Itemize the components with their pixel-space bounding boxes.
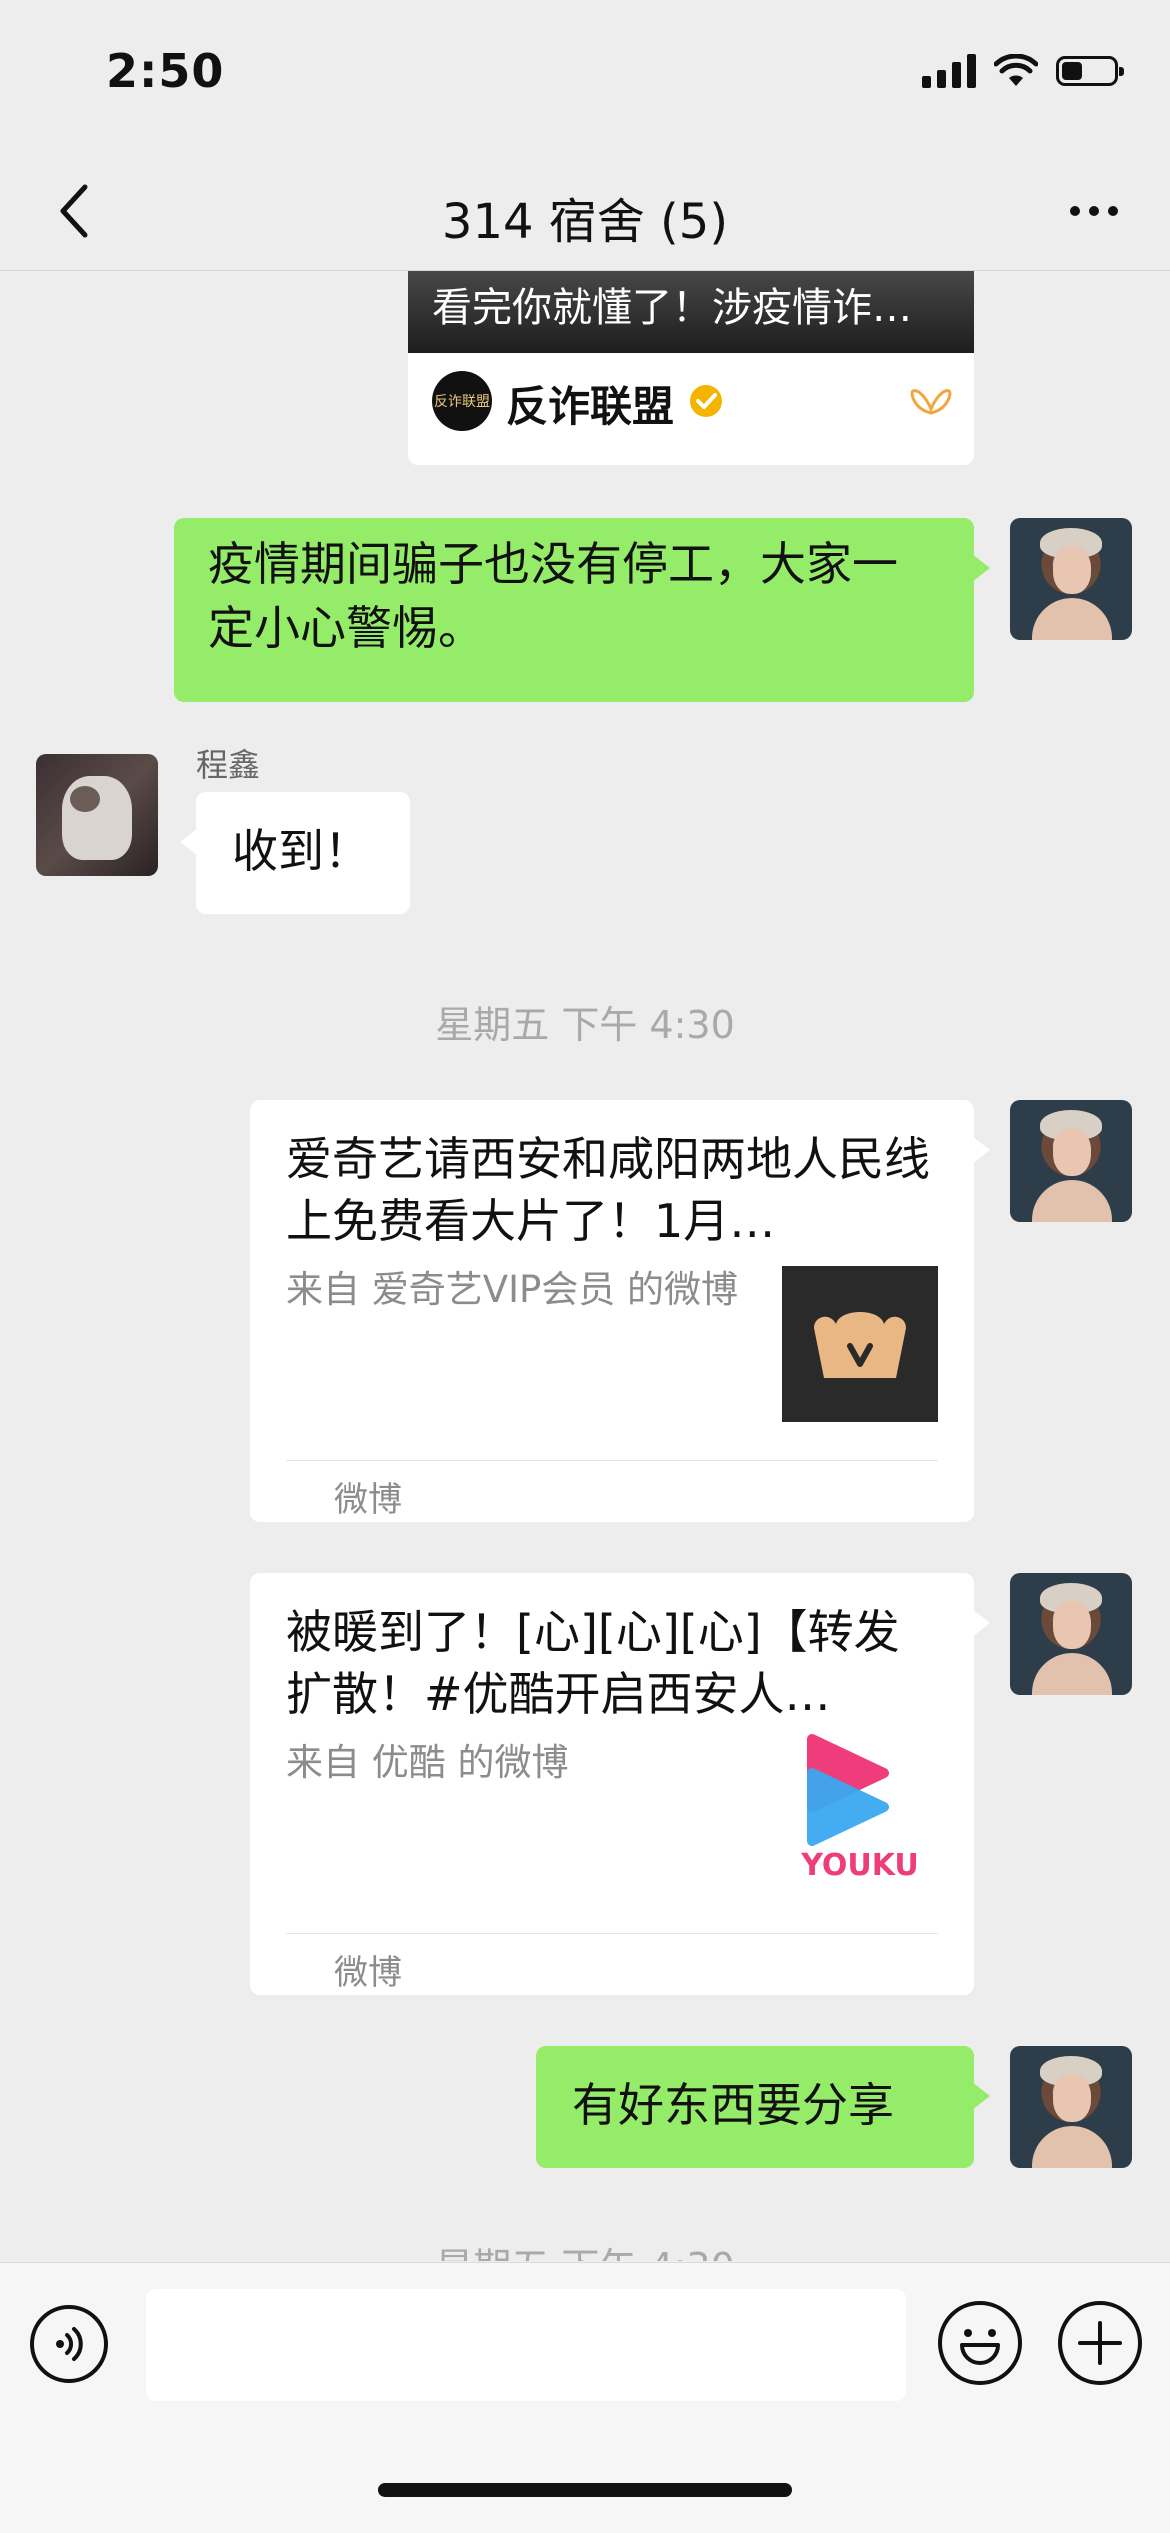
more-dot <box>1108 206 1118 216</box>
chat-messages[interactable]: 看完你就懂了！涉疫情诈… 反诈联盟 反诈联盟 疫情期间骗子也没有停工，大家一定小… <box>0 271 1170 2261</box>
avatar-face <box>1053 546 1091 594</box>
youku-wordmark: YOUKU <box>800 1848 919 1883</box>
weibo-share-card[interactable]: 爱奇艺请西安和咸阳两地人民线上免费看大片了！1月… 来自 爱奇艺VIP会员 的微… <box>250 1100 990 1522</box>
share-description: 来自 爱奇艺VIP会员 的微博 <box>286 1268 739 1311</box>
battery-level <box>1062 62 1082 80</box>
verified-badge-icon <box>690 385 722 417</box>
status-icons <box>922 54 1124 88</box>
shared-video-card[interactable]: 看完你就懂了！涉疫情诈… 反诈联盟 反诈联盟 <box>408 271 974 465</box>
my-avatar[interactable] <box>1010 2046 1132 2168</box>
share-description: 来自 优酷 的微博 <box>286 1741 569 1784</box>
channels-butterfly-icon <box>910 389 952 415</box>
voice-input-button[interactable] <box>30 2305 108 2383</box>
avatar-face <box>1053 2074 1091 2122</box>
avatar-face <box>1053 1128 1091 1176</box>
more-dot <box>1089 206 1099 216</box>
avatar-body <box>1032 598 1112 640</box>
share-title: 被暖到了！[心][心][心]【转发扩散！#优酷开启西安人… <box>286 1605 900 1721</box>
status-bar: 2:50 <box>0 0 1170 150</box>
avatar-body <box>1032 1653 1112 1695</box>
voice-icon <box>56 2327 83 2361</box>
status-time: 2:50 <box>106 44 225 98</box>
share-title: 爱奇艺请西安和咸阳两地人民线上免费看大片了！1月… <box>286 1132 930 1248</box>
message-input[interactable] <box>146 2289 906 2401</box>
more-dots-icon <box>1070 206 1080 216</box>
my-avatar[interactable] <box>1010 1573 1132 1695</box>
card-divider <box>286 1460 938 1461</box>
message-text: 有好东西要分享 <box>572 2078 894 2132</box>
smiley-icon <box>960 2329 1000 2365</box>
battery-icon <box>1056 56 1124 86</box>
my-avatar[interactable] <box>1010 518 1132 640</box>
channel-logo: 反诈联盟 <box>432 371 492 431</box>
iqiyi-vip-thumbnail <box>782 1266 938 1422</box>
cellular-signal-icon <box>922 54 976 88</box>
my-avatar[interactable] <box>1010 1100 1132 1222</box>
wifi-icon <box>994 54 1038 86</box>
input-bar <box>0 2262 1170 2533</box>
message-bubble-outgoing[interactable]: 有好东西要分享 <box>536 2046 990 2168</box>
video-thumbnail: 看完你就懂了！涉疫情诈… <box>408 271 974 353</box>
message-text: 收到！ <box>232 824 370 878</box>
youku-thumbnail: YOUKU <box>780 1733 936 1889</box>
message-bubble-outgoing[interactable]: 疫情期间骗子也没有停工，大家一定小心警惕。 <box>174 518 990 702</box>
avatar-face <box>1053 1601 1091 1649</box>
more-button[interactable] <box>1054 176 1134 246</box>
avatar-body <box>1032 2126 1112 2168</box>
timestamp: 星期五 下午 4:30 <box>435 1003 735 1047</box>
share-source: 微博 <box>334 1480 402 1520</box>
timestamp: 星期五 下午 4:30 <box>0 2236 1170 2261</box>
card-divider <box>286 1933 938 1934</box>
contact-avatar[interactable] <box>36 754 158 876</box>
chat-title: 314 宿舍 (5) <box>441 194 729 250</box>
sender-name: 程鑫 <box>196 746 261 784</box>
avatar-cat <box>62 776 132 860</box>
emoji-button[interactable] <box>938 2301 1022 2385</box>
share-source: 微博 <box>334 1953 402 1993</box>
more-actions-button[interactable] <box>1058 2301 1142 2385</box>
message-bubble-incoming[interactable]: 收到！ <box>180 792 410 914</box>
avatar-body <box>1032 1180 1112 1222</box>
home-indicator <box>378 2483 792 2497</box>
message-text: 疫情期间骗子也没有停工，大家一定小心警惕。 <box>208 537 898 655</box>
plus-icon <box>1078 2321 1122 2365</box>
youku-logo-icon: YOUKU <box>800 1734 919 1883</box>
chat-header: 314 宿舍 (5) <box>0 150 1170 271</box>
weibo-share-card[interactable]: 被暖到了！[心][心][心]【转发扩散！#优酷开启西安人… 来自 优酷 的微博 … <box>250 1573 990 1995</box>
channel-name: 反诈联盟 <box>506 382 675 431</box>
crown-icon <box>814 1312 906 1378</box>
video-title: 看完你就懂了！涉疫情诈… <box>432 285 912 331</box>
